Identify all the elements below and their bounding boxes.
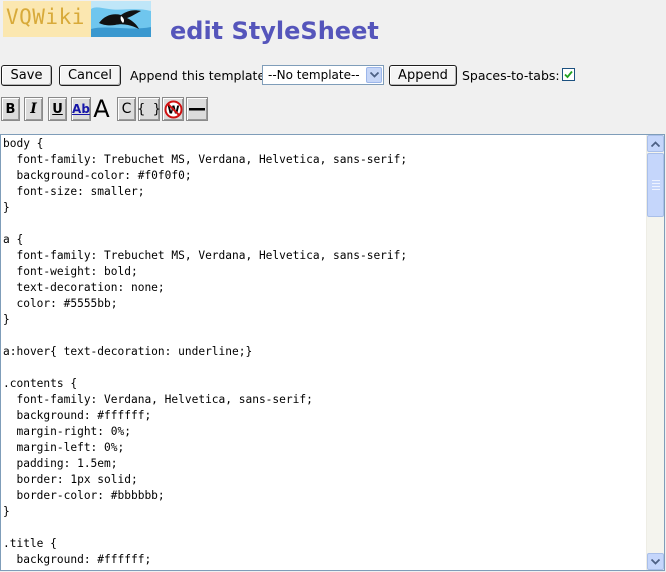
page-title: edit StyleSheet xyxy=(170,17,379,45)
underline-icon: U xyxy=(52,101,63,117)
no-wiki-button[interactable]: W xyxy=(162,97,184,121)
scrollbar-thumb[interactable] xyxy=(647,153,664,217)
scroll-down-button[interactable] xyxy=(647,553,664,570)
chevron-down-icon[interactable] xyxy=(366,67,382,83)
chevron-up-icon xyxy=(651,140,660,147)
center-button[interactable]: C xyxy=(117,97,136,121)
stylesheet-editor[interactable]: body { font-family: Trebuchet MS, Verdan… xyxy=(0,134,665,571)
horizontal-rule-button[interactable] xyxy=(186,97,208,121)
braces-icon: { } xyxy=(137,101,161,117)
logo-text: VQWiki xyxy=(6,5,85,29)
horizontal-rule-icon xyxy=(189,108,205,111)
stylesheet-textarea[interactable]: body { font-family: Trebuchet MS, Verdan… xyxy=(3,136,643,569)
template-select-value: --No template-- xyxy=(268,68,360,82)
link-button[interactable]: Ab xyxy=(71,97,91,121)
heading-button[interactable]: A xyxy=(91,97,112,121)
link-icon: Ab xyxy=(72,102,90,116)
no-wiki-icon: W xyxy=(164,100,182,118)
chevron-down-icon xyxy=(651,558,660,565)
vertical-scrollbar[interactable] xyxy=(646,135,664,570)
vqwiki-logo[interactable]: VQWiki xyxy=(3,1,151,37)
bold-icon: B xyxy=(5,101,16,117)
save-button[interactable]: Save xyxy=(1,65,52,86)
edit-toolbar: Save Cancel Append this template: --No t… xyxy=(0,64,666,88)
spaces-to-tabs-checkbox[interactable] xyxy=(562,68,575,81)
template-select[interactable]: --No template-- xyxy=(262,65,384,85)
checkmark-icon xyxy=(564,70,573,79)
bold-button[interactable]: B xyxy=(1,97,20,121)
scroll-up-button[interactable] xyxy=(647,135,664,152)
spaces-to-tabs-label: Spaces-to-tabs: xyxy=(462,68,560,83)
append-template-label: Append this template: xyxy=(130,68,270,83)
italic-button[interactable]: I xyxy=(24,97,43,121)
italic-icon: I xyxy=(30,101,37,117)
logo-bird-icon xyxy=(91,1,151,37)
cancel-button[interactable]: Cancel xyxy=(59,65,121,86)
append-button[interactable]: Append xyxy=(389,65,457,86)
underline-button[interactable]: U xyxy=(48,97,67,121)
braces-button[interactable]: { } xyxy=(137,97,161,121)
heading-icon: A xyxy=(93,95,110,123)
center-icon: C xyxy=(121,101,132,117)
